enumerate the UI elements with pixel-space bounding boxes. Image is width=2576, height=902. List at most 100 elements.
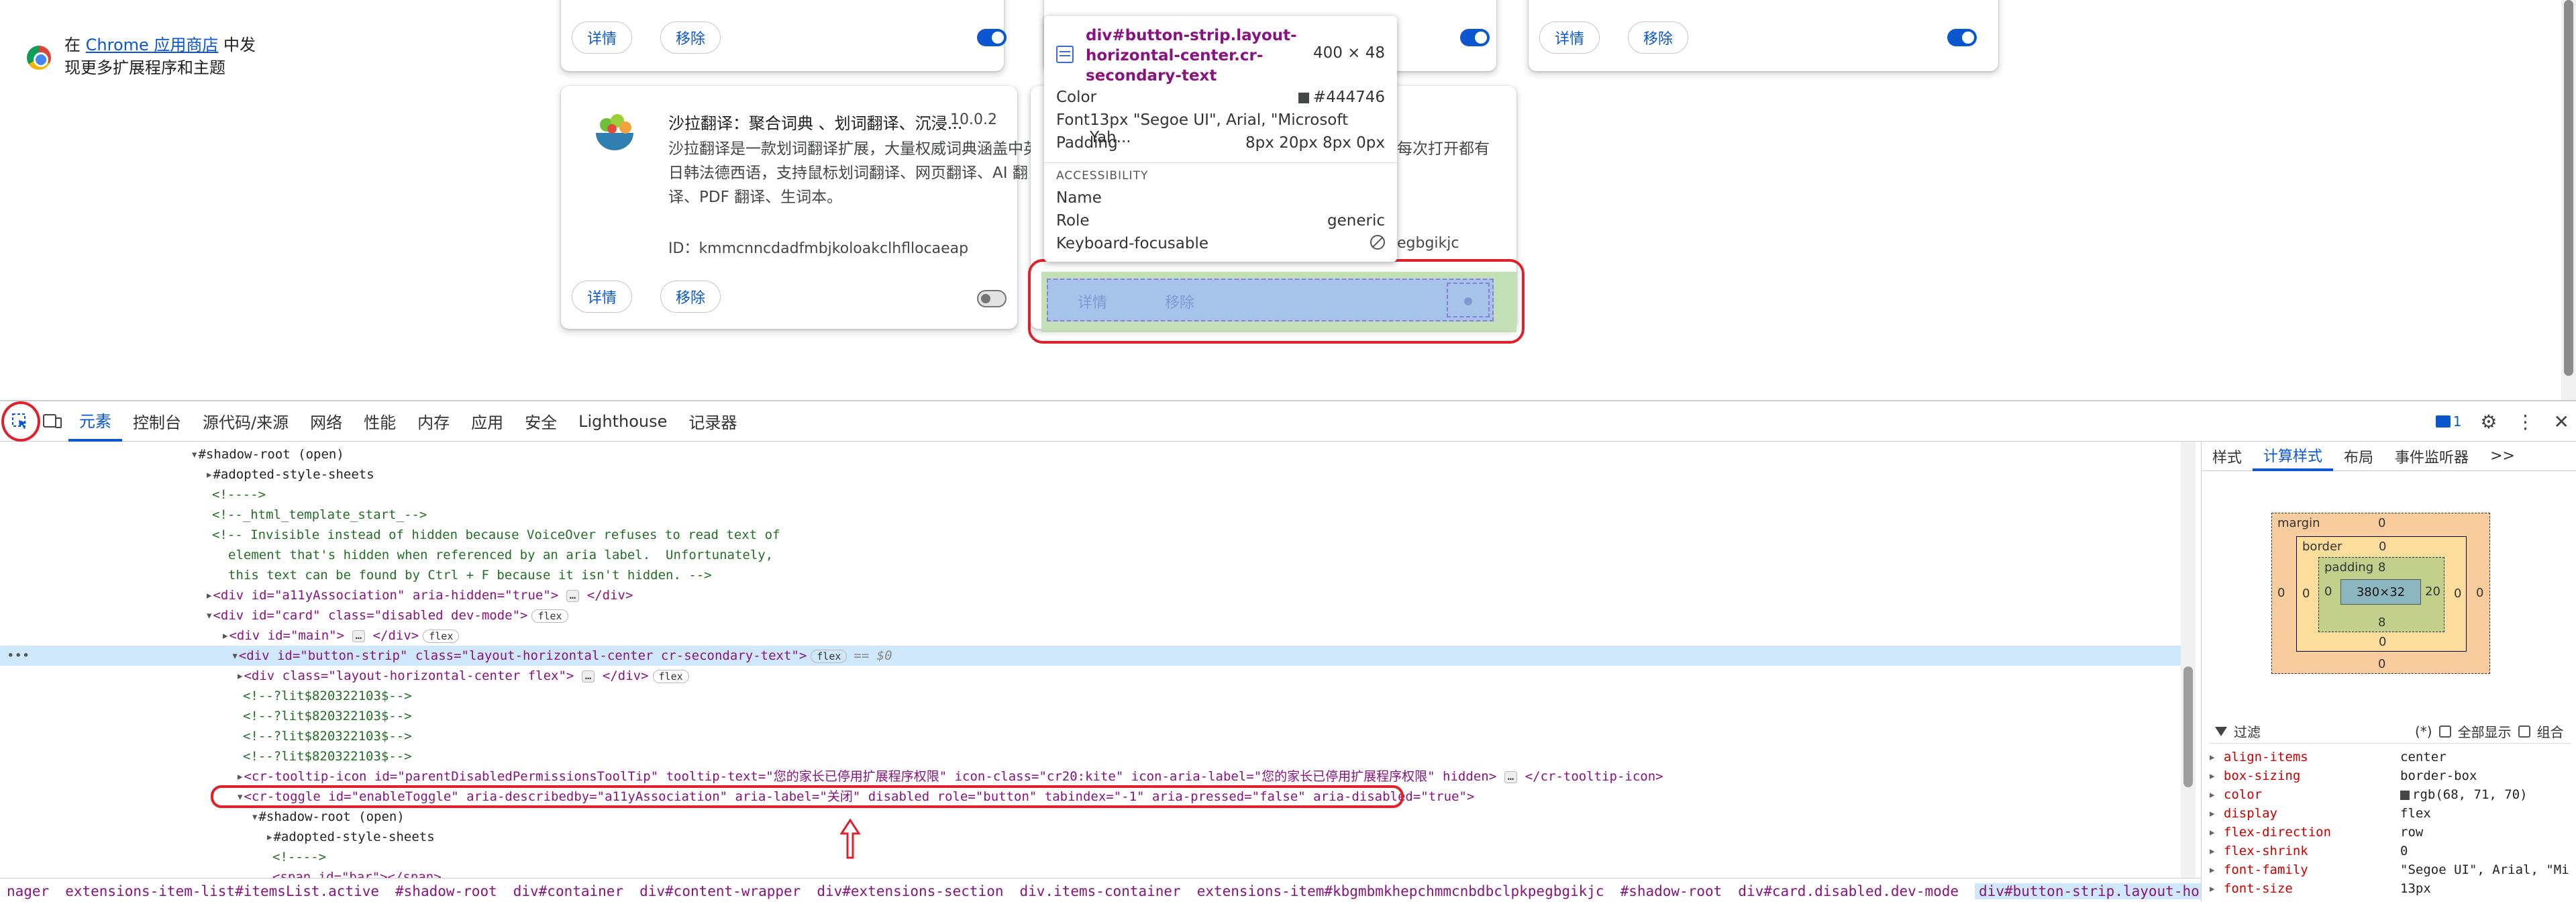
breadcrumb-item[interactable]: #shadow-root (395, 883, 497, 899)
store-prefix: 在 (64, 36, 81, 54)
dom-line[interactable]: ▸#adopted-style-sheets (0, 464, 2181, 485)
dom-line[interactable]: ▸<div class="layout-horizontal-center fl… (0, 666, 2181, 686)
breadcrumb-item[interactable]: #shadow-root (1620, 883, 1722, 899)
enable-toggle[interactable] (1460, 29, 1490, 46)
tab-console[interactable]: 控制台 (122, 401, 192, 442)
elements-scrollbar[interactable] (2181, 442, 2196, 878)
accessibility-header: ACCESSIBILITY (1056, 169, 1149, 183)
prop-name: box-sizing (2208, 766, 2400, 785)
prop-value: flex (2400, 806, 2431, 821)
computed-prop-row[interactable]: font-family"Segoe UI", Arial, "Mi (2208, 860, 2571, 879)
flex-badge[interactable]: flex (652, 669, 689, 683)
collapsed-dots[interactable]: … (566, 589, 580, 602)
id-label: ID： (668, 240, 699, 257)
elements-tree[interactable]: ▾#shadow-root (open) ▸#adopted-style-she… (0, 442, 2201, 878)
computed-prop-row[interactable]: font-size13px (2208, 879, 2571, 898)
dom-line[interactable]: ▸<div id="a11yAssociation" aria-hidden="… (0, 585, 2181, 605)
computed-prop-row[interactable]: displayflex (2208, 804, 2571, 823)
computed-prop-row[interactable]: box-sizingborder-box (2208, 766, 2571, 785)
breadcrumb-item[interactable]: extensions-item-list#itemsList.active (65, 883, 379, 899)
dom-line[interactable]: ▸<cr-tooltip-icon id="parentDisabledPerm… (0, 766, 2181, 787)
more-options-icon[interactable]: ⋮ (2516, 411, 2535, 433)
dom-line[interactable]: ▾#shadow-root (open) (0, 444, 2181, 464)
dom-line[interactable]: <!--?lit$820322103$--> (0, 686, 2181, 706)
details-button[interactable]: 详情 (1539, 21, 1600, 54)
breadcrumb-item[interactable]: extensions-item#kbgmbmkhepchmmcnbdbclpkp… (1197, 883, 1604, 899)
breadcrumb-item[interactable]: div.items-container (1019, 883, 1180, 899)
border-top: 0 (2379, 540, 2387, 554)
color-swatch[interactable] (2400, 790, 2410, 800)
breadcrumb-item-selected[interactable]: div#button-strip.layout-horizontal-cente… (1975, 883, 2201, 899)
regex-hint[interactable]: (*) (2415, 723, 2432, 740)
tab-application[interactable]: 应用 (460, 401, 514, 442)
chrome-web-store-link[interactable]: Chrome 应用商店 (86, 36, 219, 54)
flex-badge[interactable]: flex (423, 629, 460, 643)
tab-network[interactable]: 网络 (299, 401, 353, 442)
tooltip-selector: div#button-strip.layout-horizontal-cente… (1086, 27, 1297, 85)
remove-button[interactable]: 移除 (1628, 21, 1689, 54)
remove-button[interactable]: 移除 (660, 281, 721, 313)
elements-scrollbar-thumb[interactable] (2183, 666, 2193, 787)
device-toolbar-button[interactable] (36, 405, 68, 438)
tab-memory[interactable]: 内存 (407, 401, 460, 442)
dom-line[interactable]: <!----> (0, 485, 2181, 505)
show-all-checkbox[interactable] (2438, 725, 2451, 738)
more-tabs-chevron[interactable]: >> (2479, 442, 2526, 471)
dom-line[interactable]: <!----> (0, 847, 2181, 867)
flex-badge[interactable]: flex (531, 609, 568, 623)
dom-line[interactable]: <!-- Invisible instead of hidden because… (0, 525, 2181, 545)
breadcrumb-item[interactable]: nager (7, 883, 49, 899)
flex-badge[interactable]: flex (811, 649, 847, 663)
page-scrollbar-thumb[interactable] (2564, 0, 2573, 376)
collapsed-dots[interactable]: … (352, 630, 366, 642)
breadcrumb-item[interactable]: div#container (513, 883, 623, 899)
dom-line[interactable]: ▸#adopted-style-sheets (0, 827, 2181, 847)
inspect-element-button[interactable] (1, 401, 40, 442)
settings-gear-icon[interactable]: ⚙ (2480, 411, 2497, 433)
dom-line[interactable]: <!--?lit$820322103$--> (0, 726, 2181, 746)
breadcrumb-item[interactable]: div#extensions-section (817, 883, 1003, 899)
tab-recorder[interactable]: 记录器 (678, 401, 748, 442)
page-scrollbar[interactable] (2561, 0, 2576, 400)
collapsed-dots[interactable]: … (581, 670, 595, 683)
enable-toggle[interactable] (1947, 29, 1977, 46)
computed-prop-row[interactable]: color rgb(68, 71, 70) (2208, 785, 2571, 804)
tab-layout[interactable]: 布局 (2333, 442, 2384, 471)
tab-elements[interactable]: 元素 (68, 401, 122, 442)
dom-line[interactable]: this text can be found by Ctrl + F becau… (0, 565, 2181, 585)
issues-badge[interactable]: 1 (2435, 413, 2461, 430)
collapsed-dots[interactable]: … (1504, 770, 1518, 783)
dom-line[interactable]: <!--?lit$820322103$--> (0, 746, 2181, 766)
enable-toggle-off[interactable] (977, 290, 1007, 307)
tab-event-listeners[interactable]: 事件监听器 (2384, 442, 2479, 471)
dom-line[interactable]: ▸<div id="main"> … </div> flex (0, 625, 2181, 646)
dom-line[interactable]: ▾#shadow-root (open) (0, 807, 2181, 827)
dom-line[interactable]: <!--_html_template_start_--> (0, 505, 2181, 525)
computed-prop-row[interactable]: flex-directionrow (2208, 823, 2571, 842)
tab-security[interactable]: 安全 (514, 401, 568, 442)
breadcrumb-item[interactable]: div#card.disabled.dev-mode (1738, 883, 1959, 899)
dom-tag: <cr-tooltip-icon id="parentDisabledPermi… (244, 769, 1497, 784)
tab-sources[interactable]: 源代码/来源 (192, 401, 299, 442)
computed-prop-row[interactable]: align-itemscenter (2208, 748, 2571, 766)
filter-input[interactable]: 过滤 (2234, 721, 2361, 741)
details-button[interactable]: 详情 (572, 281, 633, 313)
close-devtools-icon[interactable]: ✕ (2554, 411, 2569, 433)
computed-prop-row[interactable]: flex-shrink0 (2208, 842, 2571, 860)
group-checkbox[interactable] (2518, 725, 2530, 738)
enable-toggle[interactable] (977, 29, 1007, 46)
breadcrumb-item[interactable]: div#content-wrapper (639, 883, 801, 899)
remove-button[interactable]: 移除 (660, 21, 721, 54)
tab-lighthouse[interactable]: Lighthouse (568, 401, 678, 442)
tooltip-padding-row: Padding 8px 20px 8px 0px (1056, 134, 1385, 152)
dom-line-selected[interactable]: ••• ▾<div id="button-strip" class="layout… (0, 646, 2181, 666)
tab-computed[interactable]: 计算样式 (2253, 442, 2334, 471)
dom-line[interactable]: element that's hidden when referenced by… (0, 545, 2181, 565)
details-button[interactable]: 详情 (572, 21, 633, 54)
dom-line[interactable]: ▾<div id="card" class="disabled dev-mode… (0, 605, 2181, 625)
tab-styles[interactable]: 样式 (2202, 442, 2253, 471)
tab-performance[interactable]: 性能 (353, 401, 407, 442)
dom-line[interactable]: <span id="bar"></span> (0, 867, 2181, 878)
dom-line[interactable]: <!--?lit$820322103$--> (0, 706, 2181, 726)
box-model-padding: padding 8 0 20 8 380×32 (2318, 557, 2444, 632)
